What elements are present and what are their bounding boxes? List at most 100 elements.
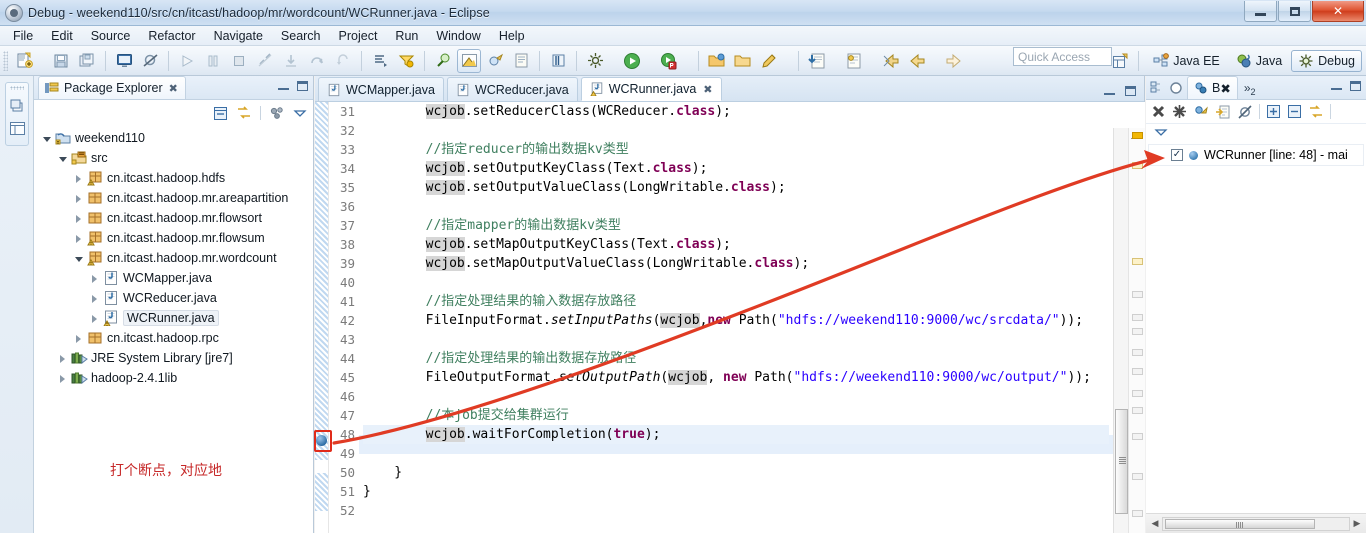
run-icon[interactable] (620, 49, 644, 73)
menu-item-navigate[interactable]: Navigate (205, 27, 272, 45)
menu-item-search[interactable]: Search (272, 27, 330, 45)
show-breakpoints-supported-icon[interactable] (1193, 104, 1209, 120)
new-class-dropdown-icon[interactable] (867, 50, 878, 72)
view-overflow-chevron-icon[interactable]: » (1244, 81, 1251, 95)
console-icon[interactable] (112, 49, 136, 73)
annotate-icon[interactable] (757, 49, 781, 73)
remove-breakpoint-icon[interactable] (1151, 104, 1166, 119)
code-line[interactable]: //指定reducer的输出数据kv类型 (363, 140, 1109, 159)
overview-mark[interactable] (1132, 132, 1143, 139)
twisty-collapsed-icon[interactable] (58, 353, 69, 364)
minimize-button[interactable] (1244, 1, 1277, 22)
skip-all-breakpoints-icon[interactable] (1237, 104, 1253, 120)
annotate-dropdown-icon[interactable] (782, 50, 793, 72)
menu-item-refactor[interactable]: Refactor (139, 27, 204, 45)
close-icon[interactable]: ✖ (703, 83, 712, 96)
tab-breakpoints[interactable]: B ✖ (1187, 76, 1238, 99)
close-button[interactable]: ✕ (1312, 1, 1364, 22)
perspective-java-ee[interactable]: Java EE (1146, 50, 1227, 72)
breakpoints-horizontal-scrollbar[interactable]: ◀ ▶ (1146, 513, 1366, 533)
maximize-editor-icon[interactable] (1125, 86, 1136, 96)
twisty-collapsed-icon[interactable] (90, 273, 101, 284)
code-line[interactable]: wcjob.setMapOutputKeyClass(Text.class); (363, 235, 1109, 254)
overview-mark[interactable] (1132, 433, 1143, 440)
skip-breakpoints-icon[interactable] (138, 49, 162, 73)
terminate-icon[interactable] (227, 49, 251, 73)
code-viewport[interactable]: 31 32 33 34 35 36 37 38 39 40 41 42 43 44 45 46 47 48 49 50… (314, 102, 1145, 533)
code-line[interactable]: //指定处理结果的输入数据存放路径 (363, 292, 1109, 311)
overview-mark[interactable] (1132, 407, 1143, 414)
overview-mark[interactable] (1132, 162, 1143, 169)
code-line[interactable]: //本job提交给集群运行 (363, 406, 1109, 425)
breakpoint-row[interactable]: ✓ WCRunner [line: 48] - mai (1148, 144, 1364, 166)
tree-item[interactable]: cn.itcast.hadoop.mr.wordcount (34, 248, 313, 268)
external-tools-icon[interactable] (509, 49, 533, 73)
collapse-all-icon[interactable] (213, 106, 228, 121)
code-line[interactable] (363, 121, 1109, 140)
scrollbar-thumb[interactable] (1165, 518, 1315, 529)
minimize-editor-icon[interactable] (1104, 86, 1115, 95)
open-folder-icon[interactable] (731, 49, 755, 73)
javadoc-icon[interactable] (483, 49, 507, 73)
tree-item[interactable]: cn.itcast.hadoop.mr.flowsum (34, 228, 313, 248)
run-coverage-icon[interactable] (657, 49, 681, 73)
twisty-expanded-icon[interactable] (58, 153, 69, 164)
twisty-collapsed-icon[interactable] (74, 333, 85, 344)
code-line[interactable] (363, 197, 1109, 216)
close-icon[interactable]: ✖ (169, 82, 178, 95)
maximize-view-icon[interactable] (297, 81, 308, 91)
import-dropdown-icon[interactable] (830, 50, 841, 72)
menu-item-help[interactable]: Help (490, 27, 534, 45)
twisty-collapsed-icon[interactable] (74, 233, 85, 244)
menu-item-window[interactable]: Window (427, 27, 489, 45)
overview-mark[interactable] (1132, 473, 1143, 480)
code-line[interactable] (363, 273, 1109, 292)
goto-file-for-breakpoint-icon[interactable] (1215, 104, 1231, 120)
tree-item[interactable]: src (34, 148, 313, 168)
source-code[interactable]: wcjob.setReducerClass(WCReducer.class); … (363, 102, 1109, 533)
link-with-debug-view-icon[interactable] (1308, 104, 1324, 120)
view-menu-icon[interactable] (1154, 127, 1168, 139)
overview-mark[interactable] (1132, 368, 1143, 375)
view-menu-icon[interactable] (293, 106, 307, 120)
breakpoint-ruler[interactable] (315, 102, 329, 533)
code-line[interactable]: wcjob.setMapOutputValueClass(LongWritabl… (363, 254, 1109, 273)
expand-all-icon[interactable] (1266, 104, 1281, 119)
tree-item[interactable]: hadoop-2.4.1lib (34, 368, 313, 388)
twisty-collapsed-icon[interactable] (90, 313, 101, 324)
scrollbar-thumb[interactable] (1115, 409, 1128, 514)
twisty-collapsed-icon[interactable] (74, 173, 85, 184)
tab-package-explorer[interactable]: Package Explorer ✖ (38, 76, 186, 99)
tree-item[interactable]: cn.itcast.hadoop.mr.flowsort (34, 208, 313, 228)
debug-dropdown-icon[interactable] (608, 50, 619, 72)
maximize-view-icon[interactable] (1350, 81, 1361, 91)
code-line[interactable]: FileOutputFormat.setOutputPath(wcjob, ne… (363, 368, 1109, 387)
debug-run-icon[interactable] (583, 49, 607, 73)
editor-overview-ruler[interactable] (1128, 128, 1145, 533)
perspective-java[interactable]: Java (1229, 50, 1289, 72)
back-history-icon[interactable] (879, 49, 903, 73)
expressions-view-icon[interactable] (1169, 81, 1183, 95)
perspective-debug[interactable]: Debug (1291, 50, 1362, 72)
step-return-icon[interactable] (331, 49, 355, 73)
menu-item-file[interactable]: File (4, 27, 42, 45)
back-dropdown-icon[interactable] (930, 50, 941, 72)
twisty-collapsed-icon[interactable] (74, 193, 85, 204)
tree-item[interactable]: cn.itcast.hadoop.rpc (34, 328, 313, 348)
forward-dropdown-icon[interactable] (967, 50, 978, 72)
step-over-icon[interactable] (305, 49, 329, 73)
code-line[interactable] (363, 444, 1109, 463)
editor-tab[interactable]: WCRunner.java ✖ (580, 77, 722, 101)
suspend-icon[interactable] (201, 49, 225, 73)
twisty-collapsed-icon[interactable] (90, 293, 101, 304)
breakpoint-enabled-checkbox[interactable]: ✓ (1171, 149, 1183, 161)
package-explorer-fast-icon[interactable] (8, 119, 26, 137)
open-type-icon[interactable] (394, 49, 418, 73)
tree-item[interactable]: cn.itcast.hadoop.hdfs (34, 168, 313, 188)
close-icon[interactable]: ✖ (1220, 81, 1230, 96)
variables-view-icon[interactable] (1150, 80, 1165, 95)
view-menu-focus-icon[interactable] (269, 105, 285, 121)
code-line[interactable]: //指定mapper的输出数据kv类型 (363, 216, 1109, 235)
code-line[interactable]: wcjob.waitForCompletion(true); (363, 425, 1109, 444)
tree-item[interactable]: weekend110 (34, 128, 313, 148)
